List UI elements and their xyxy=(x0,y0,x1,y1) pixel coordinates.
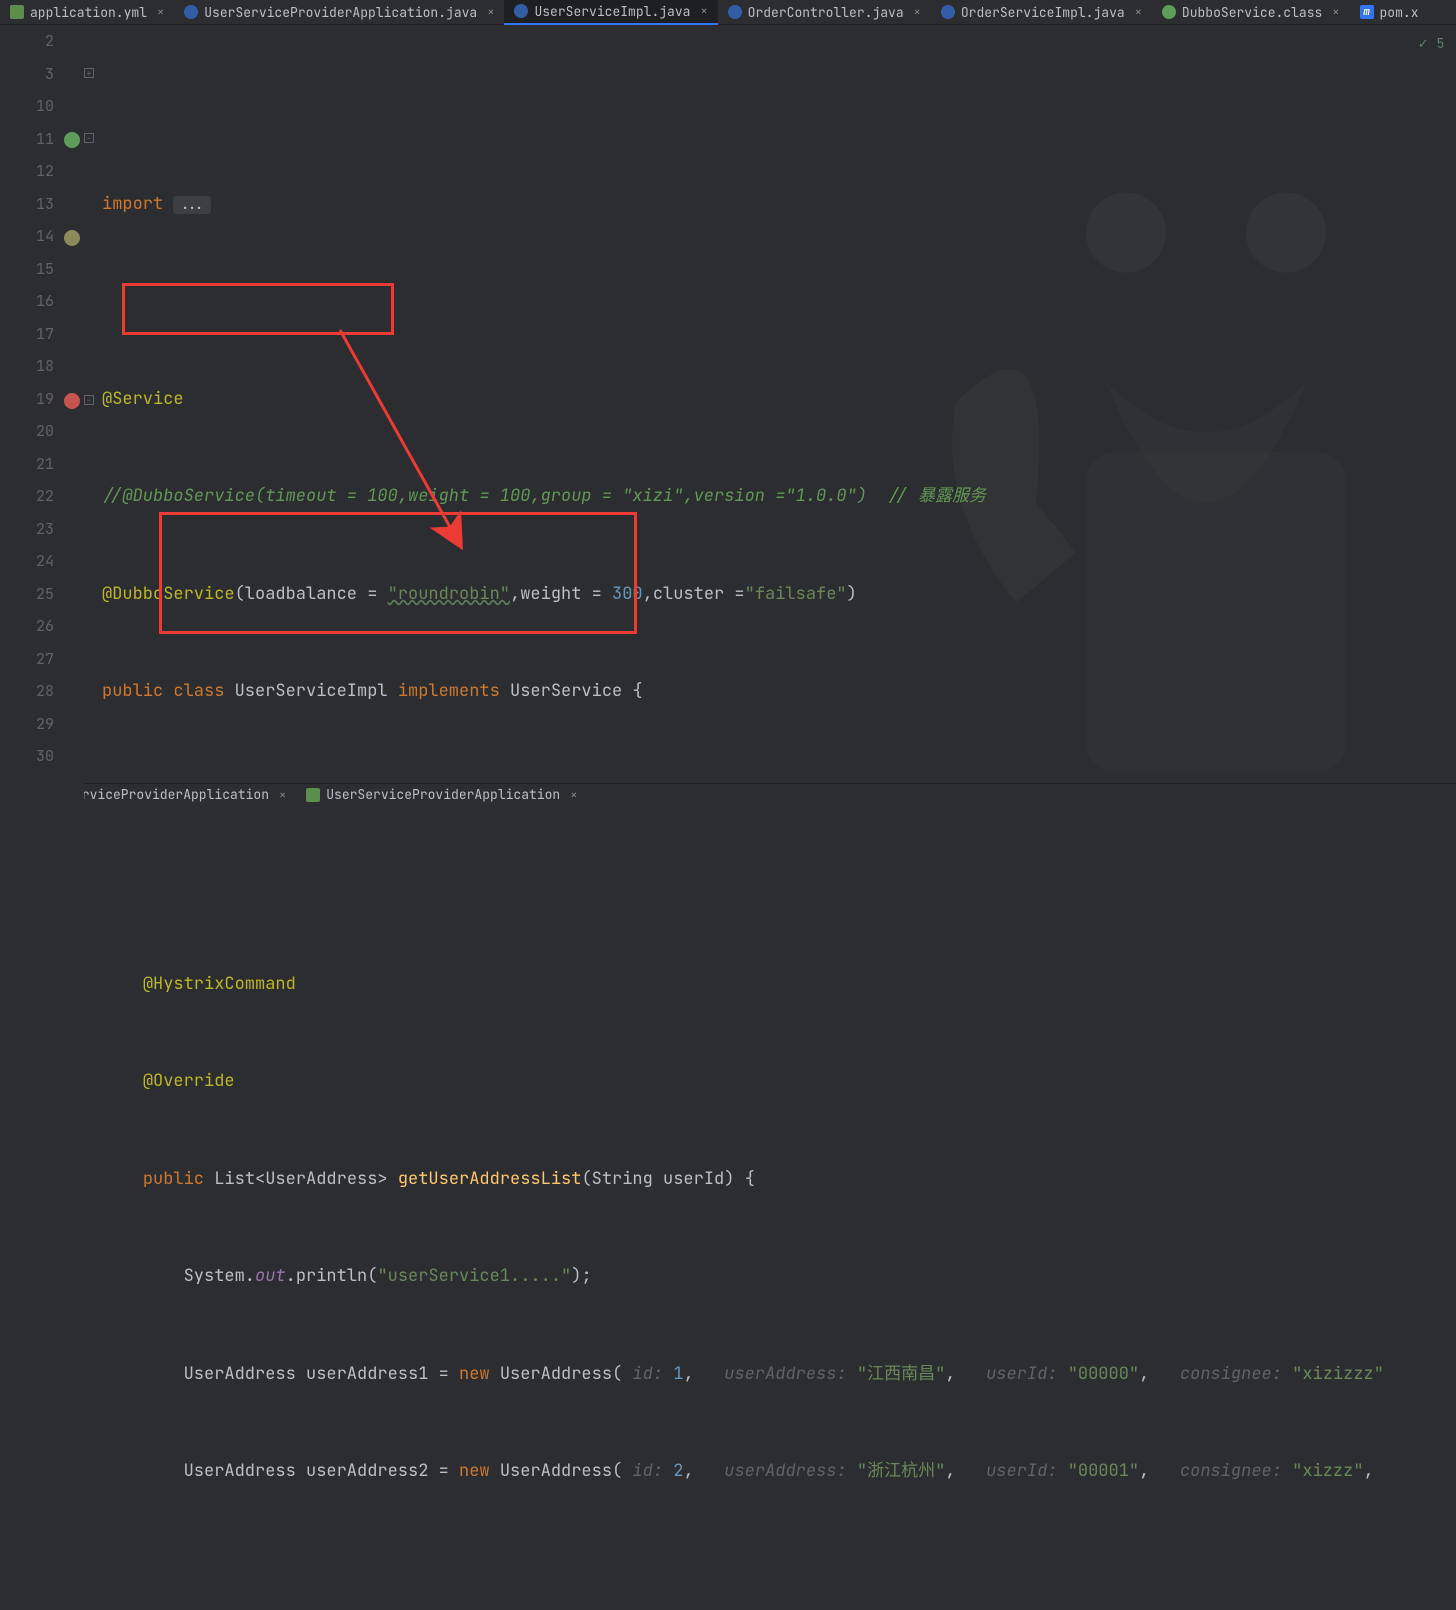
tab-label: DubboService.class xyxy=(1182,4,1322,21)
fold-column: + - - xyxy=(84,25,98,1610)
line-number: 12 xyxy=(17,155,54,188)
tab-orderserviceimpl[interactable]: OrderServiceImpl.java × xyxy=(931,0,1152,25)
close-icon[interactable]: × xyxy=(1332,4,1339,20)
line-number: 2 xyxy=(17,25,54,58)
file-icon xyxy=(10,5,24,19)
tab-label: OrderServiceImpl.java xyxy=(961,4,1125,21)
line-number: 24 xyxy=(17,545,54,578)
tab-label: OrderController.java xyxy=(748,4,904,21)
tab-userserviceimpl[interactable]: UserServiceImpl.java × xyxy=(504,0,717,25)
tab-userserviceprovider[interactable]: UserServiceProviderApplication.java × xyxy=(174,0,504,25)
tab-label: UserServiceImpl.java xyxy=(534,3,690,20)
line-number: 13 xyxy=(17,188,54,221)
line-number: 22 xyxy=(17,480,54,513)
file-icon xyxy=(514,4,528,18)
line-number: 26 xyxy=(17,610,54,643)
line-number: 23 xyxy=(17,513,54,546)
run-icon[interactable] xyxy=(64,132,80,148)
line-number: 15 xyxy=(17,253,54,286)
close-icon[interactable]: × xyxy=(487,4,494,20)
line-number: 17 xyxy=(17,318,54,351)
bean-icon[interactable] xyxy=(64,230,80,246)
line-number: 20 xyxy=(17,415,54,448)
close-icon[interactable]: × xyxy=(1135,4,1142,20)
fold-marker[interactable]: - xyxy=(84,133,94,143)
tab-dubboservice[interactable]: DubboService.class × xyxy=(1152,0,1350,25)
line-number: 18 xyxy=(17,350,54,383)
tab-label: UserServiceProviderApplication.java xyxy=(204,4,477,21)
line-number: 10 xyxy=(17,90,54,123)
tab-label: pom.x xyxy=(1380,4,1419,21)
line-number: 25 xyxy=(17,578,54,611)
file-icon: m xyxy=(1360,5,1374,19)
file-icon xyxy=(941,5,955,19)
line-number: 14 xyxy=(17,220,54,253)
tab-label: application.yml xyxy=(30,4,147,21)
fold-marker[interactable]: + xyxy=(84,68,94,78)
tab-bar: application.yml × UserServiceProviderAppl… xyxy=(0,0,1456,25)
line-number: 11 xyxy=(17,123,54,156)
line-number: 21 xyxy=(17,448,54,481)
tab-ordercontroller[interactable]: OrderController.java × xyxy=(718,0,931,25)
line-number: 28 xyxy=(17,675,54,708)
fold-marker[interactable]: - xyxy=(84,395,94,405)
tab-application-yml[interactable]: application.yml × xyxy=(0,0,174,25)
tab-pom[interactable]: m pom.x xyxy=(1350,0,1429,25)
code-editor[interactable]: 2 3 10 11 12 13 14 15 16 17 18 19 20 21 … xyxy=(0,25,1456,1610)
line-number: 19 xyxy=(17,383,54,416)
file-icon xyxy=(184,5,198,19)
close-icon[interactable]: × xyxy=(914,4,921,20)
line-number: 16 xyxy=(17,285,54,318)
close-icon[interactable]: × xyxy=(700,3,707,19)
override-icon[interactable] xyxy=(64,393,80,409)
line-number: 27 xyxy=(17,643,54,676)
gutter-icons xyxy=(62,25,84,1610)
code-area[interactable]: import ... @Service //@DubboService(time… xyxy=(98,25,1456,1610)
line-number: 3 xyxy=(17,58,54,91)
close-icon[interactable]: × xyxy=(157,4,164,20)
line-number: 30 xyxy=(17,740,54,773)
file-icon xyxy=(728,5,742,19)
file-icon xyxy=(1162,5,1176,19)
line-number: 29 xyxy=(17,708,54,741)
line-number-gutter: 2 3 10 11 12 13 14 15 16 17 18 19 20 21 … xyxy=(17,25,62,1610)
